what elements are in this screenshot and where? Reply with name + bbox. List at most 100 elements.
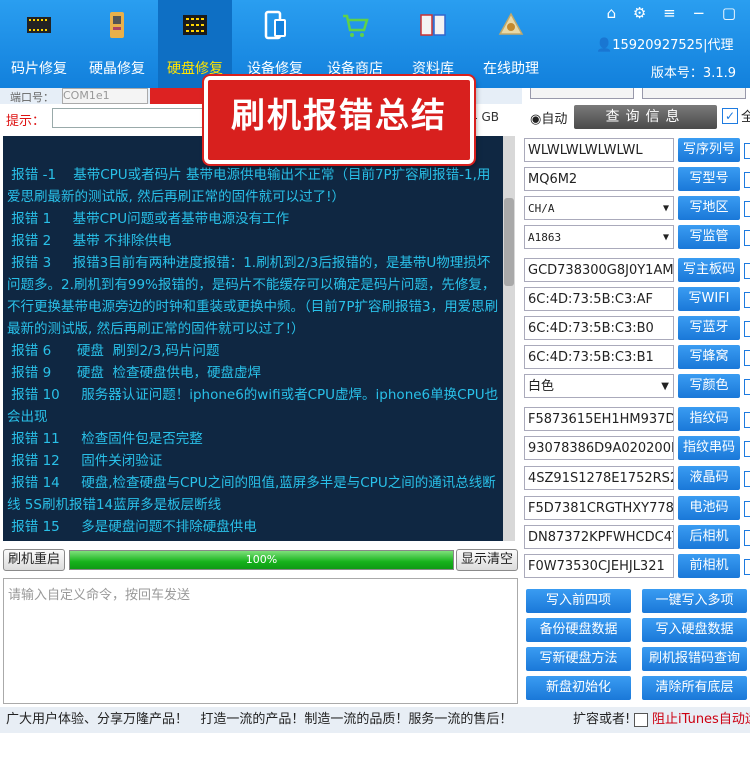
nav-item-board-repair[interactable]: 硬晶修复 [80, 0, 154, 88]
action-button-1[interactable]: 一键写入多项 [642, 589, 747, 613]
field-value-14[interactable]: F0W73530CJEHJL321 [524, 554, 674, 578]
field-value-12[interactable]: F5D7381CRGTHXY778 [524, 496, 674, 520]
auto-radio[interactable]: ◉自动 [530, 108, 567, 127]
field-checkbox[interactable] [744, 143, 750, 159]
write-button-2[interactable]: 写地区 [678, 196, 740, 220]
field-checkbox[interactable] [744, 412, 750, 428]
field-checkbox[interactable] [744, 263, 750, 279]
field-value-1[interactable]: MQ6M2 [524, 167, 674, 191]
write-button-0[interactable]: 写序列号 [678, 138, 740, 162]
log-line: 报错 11 检查固件包是否完整 [7, 431, 203, 447]
nav-item-disk-repair[interactable]: 硬盘修复 [158, 0, 232, 88]
action-button-3[interactable]: 写入硬盘数据 [642, 618, 747, 642]
books-icon [420, 14, 446, 36]
action-button-7[interactable]: 清除所有底层 [642, 676, 747, 700]
write-button-7[interactable]: 写蜂窝 [678, 345, 740, 369]
write-button-14[interactable]: 前相机 [678, 554, 740, 578]
field-value-4[interactable]: GCD738300G8J0Y1AM [524, 258, 674, 282]
field-value-6[interactable]: 6C:4D:73:5B:C3:B0 [524, 316, 674, 340]
write-button-6[interactable]: 写蓝牙 [678, 316, 740, 340]
nav-item-library[interactable]: 资料库 [396, 0, 470, 88]
field-checkbox[interactable] [744, 350, 750, 366]
overlay-banner: 刷机报错总结 [204, 76, 474, 164]
block-itunes-checkbox[interactable] [634, 713, 648, 727]
log-line: 报错 2 基带 不排除供电 [7, 233, 172, 249]
query-info-button[interactable]: 查询信息 [574, 105, 717, 129]
select-all-checkbox[interactable]: ✓ [722, 108, 738, 124]
write-button-13[interactable]: 后相机 [678, 525, 740, 549]
field-value-0[interactable]: WLWLWLWLWLWL [524, 138, 674, 162]
field-text: MQ6M2 [528, 172, 578, 187]
top-button-right[interactable] [642, 88, 746, 99]
write-button-1[interactable]: 写型号 [678, 167, 740, 191]
window-controls[interactable]: ⌂ ⚙ ≡ − ▢ [607, 4, 742, 22]
capacity-label: 4 GB [470, 110, 499, 124]
nav-item-device-store[interactable]: 设备商店 [318, 0, 392, 88]
dropdown-arrow-icon[interactable]: ▼ [661, 375, 669, 397]
field-checkbox[interactable] [744, 530, 750, 546]
write-button-4[interactable]: 写主板码 [678, 258, 740, 282]
write-button-10[interactable]: 指纹串码 [678, 436, 740, 460]
field-value-3[interactable]: A1863 ▼ [524, 225, 674, 249]
field-value-5[interactable]: 6C:4D:73:5B:C3:AF [524, 287, 674, 311]
write-button-11[interactable]: 液晶码 [678, 466, 740, 490]
field-text: 6C:4D:73:5B:C3:B1 [528, 350, 654, 365]
field-value-13[interactable]: DN87372KPFWHCDC4T [524, 525, 674, 549]
field-text: F5D7381CRGTHXY778 [528, 501, 674, 516]
write-button-5[interactable]: 写WIFI [678, 287, 740, 311]
hint-label: 提示： [6, 114, 46, 129]
red-button[interactable] [150, 88, 208, 104]
block-itunes-label: 阻止iTunes自动运行 [652, 712, 750, 727]
action-button-0[interactable]: 写入前四项 [526, 589, 631, 613]
field-value-10[interactable]: 93078386D9A020200D8 [524, 436, 674, 460]
dropdown-arrow-icon[interactable]: ▼ [663, 226, 669, 248]
reboot-button[interactable]: 刷机重启 [3, 549, 65, 571]
phone-board-icon [110, 12, 124, 38]
port-input[interactable]: COM1e1 [62, 88, 148, 104]
field-checkbox[interactable] [744, 172, 750, 188]
log-lines: 报错 -1 基带CPU或者码片 基带电源供电输出不正常（目前7P扩容刷报错-1,… [7, 164, 501, 541]
write-button-3[interactable]: 写监管 [678, 225, 740, 249]
log-line: 报错 14 硬盘,检查硬盘与CPU之间的阻值,蓝屏多半是与CPU之间的通讯总线断… [7, 475, 496, 513]
field-checkbox[interactable] [744, 501, 750, 517]
field-checkbox[interactable] [744, 292, 750, 308]
field-value-11[interactable]: 4SZ91S1278E1752RS2A [524, 466, 674, 490]
field-checkbox[interactable] [744, 471, 750, 487]
phone-icon [264, 10, 286, 40]
action-button-5[interactable]: 刷机报错码查询 [642, 647, 747, 671]
field-checkbox[interactable] [744, 559, 750, 575]
assistant-icon [498, 12, 524, 35]
cart-icon [343, 14, 369, 37]
action-button-2[interactable]: 备份硬盘数据 [526, 618, 631, 642]
field-text: GCD738300G8J0Y1AM [528, 263, 674, 278]
nav-item-online-assistant[interactable]: 在线助理 [474, 0, 548, 88]
write-button-12[interactable]: 电池码 [678, 496, 740, 520]
field-checkbox[interactable] [744, 321, 750, 337]
field-value-8[interactable]: 白色 ▼ [524, 374, 674, 398]
field-text: CH/A [528, 202, 555, 215]
field-checkbox[interactable] [744, 379, 750, 395]
nav-item-chip-repair[interactable]: 码片修复 [2, 0, 76, 88]
field-checkbox[interactable] [744, 201, 750, 217]
field-checkbox[interactable] [744, 441, 750, 457]
log-scrollbar[interactable] [503, 136, 515, 541]
action-button-4[interactable]: 写新硬盘方法 [526, 647, 631, 671]
top-button-left[interactable] [530, 88, 634, 99]
action-button-6[interactable]: 新盘初始化 [526, 676, 631, 700]
auto-radio-label: 自动 [541, 112, 568, 127]
log-scrollbar-thumb[interactable] [504, 198, 514, 286]
field-value-9[interactable]: F5873615EH1HM937DB [524, 407, 674, 431]
nav-item-device-repair[interactable]: 设备修复 [238, 0, 312, 88]
field-value-7[interactable]: 6C:4D:73:5B:C3:B1 [524, 345, 674, 369]
field-value-2[interactable]: CH/A ▼ [524, 196, 674, 220]
field-checkbox[interactable] [744, 230, 750, 246]
log-output: iPhone刷机报错 报错 -1 基带CPU或者码片 基带电源供电输出不正常（目… [3, 136, 515, 541]
account-phone: 15920927525|代理 [612, 38, 734, 53]
field-text: A1863 [528, 231, 562, 244]
clear-display-button[interactable]: 显示清空 [456, 549, 518, 571]
log-line: 报错 15 多是硬盘问题不排除硬盘供电 [7, 519, 257, 535]
write-button-9[interactable]: 指纹码 [678, 407, 740, 431]
write-button-8[interactable]: 写颜色 [678, 374, 740, 398]
dropdown-arrow-icon[interactable]: ▼ [663, 197, 669, 219]
field-text: WLWLWLWLWLWL [528, 143, 643, 158]
